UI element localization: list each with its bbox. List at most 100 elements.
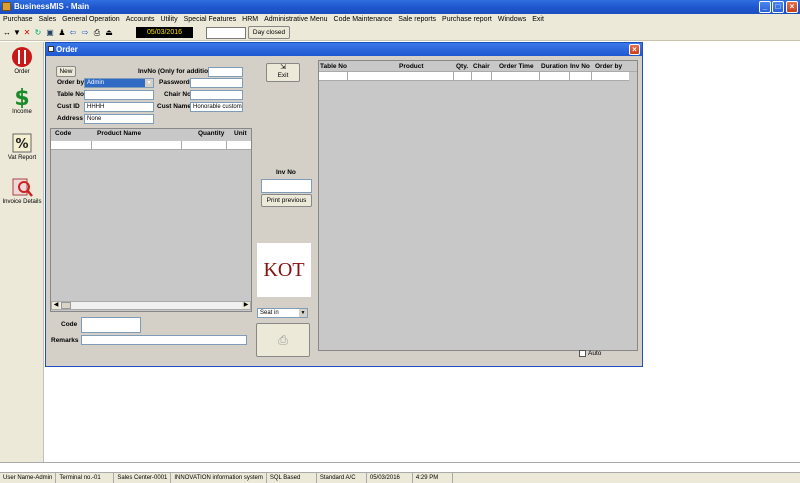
day-closed-button[interactable]: Day closed xyxy=(248,26,290,39)
filter-icon[interactable]: ▼ xyxy=(12,27,22,38)
fork-knife-icon xyxy=(12,47,32,67)
status-date: 05/03/2016 xyxy=(367,473,413,483)
toolbar: ↔ ▼ ✕ ↻ ▣ ♟ ⇦ ⇨ ⎙ ⏏ 05/03/2016 Day close… xyxy=(0,25,800,41)
items-col-product-name: Product Name xyxy=(97,130,142,137)
divider xyxy=(0,462,800,463)
date-display: 05/03/2016 xyxy=(136,27,193,38)
orders-col-product: Product xyxy=(399,63,424,70)
arrows-icon[interactable]: ↔ xyxy=(2,27,12,38)
table-no-label: Table No xyxy=(57,91,84,98)
left-item-label: Order xyxy=(14,69,30,75)
scroll-thumb[interactable] xyxy=(61,302,71,309)
grid-divider xyxy=(347,72,348,81)
back-icon[interactable]: ⇦ xyxy=(68,27,78,38)
menu-exit[interactable]: Exit xyxy=(529,14,547,25)
chair-no-input[interactable] xyxy=(190,90,243,100)
orders-col-order-time: Order Time xyxy=(499,63,534,70)
menu-utility[interactable]: Utility xyxy=(157,14,180,25)
menu-general-operation[interactable]: General Operation xyxy=(59,14,123,25)
status-sales-center: Sales Center-0001 xyxy=(114,473,172,483)
code-label: Code xyxy=(61,321,78,328)
orders-col-inv-no: Inv No xyxy=(570,63,590,70)
menu-sale-reports[interactable]: Sale reports xyxy=(395,14,439,25)
left-item-label: Income xyxy=(12,109,32,115)
seat-value: Seat in xyxy=(260,310,279,316)
left-item-income[interactable]: $ Income xyxy=(2,86,42,115)
status-terminal: Terminal no.-01 xyxy=(56,473,115,483)
refresh-icon[interactable]: ↻ xyxy=(33,27,43,38)
print-icon[interactable]: ⎙ xyxy=(92,27,102,38)
close-button[interactable]: × xyxy=(786,1,798,13)
address-input[interactable]: None xyxy=(84,114,154,124)
title-bar: BusinessMIS - Main _ □ × xyxy=(0,0,800,14)
orders-row[interactable] xyxy=(319,72,629,81)
menu-hrm[interactable]: HRM xyxy=(239,14,261,25)
menu-purchase-report[interactable]: Purchase report xyxy=(439,14,495,25)
svg-text:$: $ xyxy=(14,86,29,108)
seat-select[interactable]: Seat in ▼ xyxy=(257,308,308,318)
chevron-down-icon[interactable]: ▼ xyxy=(145,79,153,87)
password-input[interactable] xyxy=(190,78,243,88)
menu-special-features[interactable]: Special Features xyxy=(181,14,240,25)
grid-divider xyxy=(471,72,472,81)
inv-no-label: Inv No xyxy=(276,169,296,176)
kot-label: KOT xyxy=(257,243,311,297)
order-close-button[interactable]: × xyxy=(629,44,640,55)
left-item-invoice-details[interactable]: Invoice Details xyxy=(2,176,42,205)
left-item-vat-report[interactable]: % Vat Report xyxy=(2,132,42,161)
address-label: Address xyxy=(57,115,84,122)
print-kot-button[interactable]: ⎙ xyxy=(256,323,310,357)
svg-text:%: % xyxy=(15,137,28,152)
menu-accounts[interactable]: Accounts xyxy=(123,14,158,25)
grid-divider xyxy=(491,72,492,81)
remarks-input[interactable] xyxy=(81,335,247,345)
code-input[interactable] xyxy=(81,317,141,333)
menu-sales[interactable]: Sales xyxy=(36,14,60,25)
grid-divider xyxy=(226,141,227,150)
cust-name-input[interactable]: Honorable customer xyxy=(190,102,243,112)
maximize-button[interactable]: □ xyxy=(772,1,784,13)
exit-icon[interactable]: ⏏ xyxy=(104,27,114,38)
left-item-order[interactable]: Order xyxy=(2,46,42,75)
exit-label: Exit xyxy=(277,72,289,79)
table-no-input[interactable] xyxy=(84,90,154,100)
minimize-button[interactable]: _ xyxy=(759,1,771,13)
exit-door-icon: ⇲ xyxy=(280,64,286,71)
print-previous-button[interactable]: Print previous xyxy=(261,194,312,207)
cancel-icon[interactable]: ✕ xyxy=(22,27,32,38)
remarks-label: Remarks xyxy=(51,337,79,344)
scroll-left-icon[interactable]: ◀ xyxy=(52,302,60,309)
order-by-select[interactable]: Admin ▼ xyxy=(84,78,154,88)
status-time: 4:29 PM xyxy=(413,473,453,483)
magnifier-icon xyxy=(12,178,33,197)
auto-label: Auto xyxy=(588,350,602,357)
menu-code-maintenance[interactable]: Code Maintenance xyxy=(331,14,396,25)
save-icon[interactable]: ▣ xyxy=(45,27,55,38)
items-col-quantity: Quantity xyxy=(198,130,225,137)
toolbar-input[interactable] xyxy=(206,27,246,39)
menu-purchase[interactable]: Purchase xyxy=(0,14,36,25)
inv-no-input[interactable] xyxy=(261,179,312,193)
invno-label: InvNo (Only for addition) xyxy=(138,68,215,75)
cust-name-label: Cust Name xyxy=(157,103,191,110)
auto-checkbox[interactable] xyxy=(579,350,586,357)
chair-no-label: Chair No xyxy=(164,91,192,98)
new-button[interactable]: New xyxy=(56,66,76,77)
items-row[interactable] xyxy=(51,141,251,150)
items-horizontal-scrollbar[interactable]: ◀ ▶ xyxy=(51,301,251,310)
menu-bar: Purchase Sales General Operation Account… xyxy=(0,14,800,25)
grid-divider xyxy=(91,141,92,150)
invno-input[interactable] xyxy=(208,67,243,77)
left-item-label: Vat Report xyxy=(7,155,37,161)
scroll-right-icon[interactable]: ▶ xyxy=(242,302,250,309)
orders-col-order-by: Order by xyxy=(595,63,623,70)
forward-icon[interactable]: ⇨ xyxy=(80,27,90,38)
user-icon[interactable]: ♟ xyxy=(57,27,67,38)
dollar-icon: $ xyxy=(14,86,29,108)
chevron-down-icon[interactable]: ▼ xyxy=(299,309,307,317)
exit-button[interactable]: ⇲ Exit xyxy=(266,63,300,82)
cust-id-input[interactable]: HHHH xyxy=(84,102,154,112)
grid-divider xyxy=(569,72,570,81)
menu-windows[interactable]: Windows xyxy=(495,14,529,25)
menu-administrative[interactable]: Administrative Menu xyxy=(261,14,330,25)
